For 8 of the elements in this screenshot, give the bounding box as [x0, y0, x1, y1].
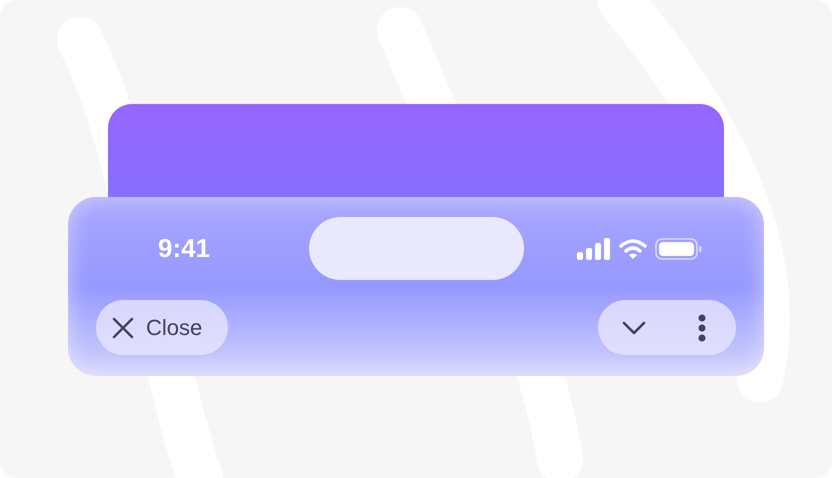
- wifi-icon: [619, 238, 647, 260]
- battery-icon: [655, 238, 702, 260]
- close-button[interactable]: Close: [96, 300, 228, 355]
- status-time: 9:41: [158, 232, 212, 265]
- chevron-down-icon[interactable]: [622, 320, 646, 334]
- close-icon: [112, 316, 134, 338]
- more-icon[interactable]: [698, 314, 706, 342]
- signal-icon: [577, 238, 611, 260]
